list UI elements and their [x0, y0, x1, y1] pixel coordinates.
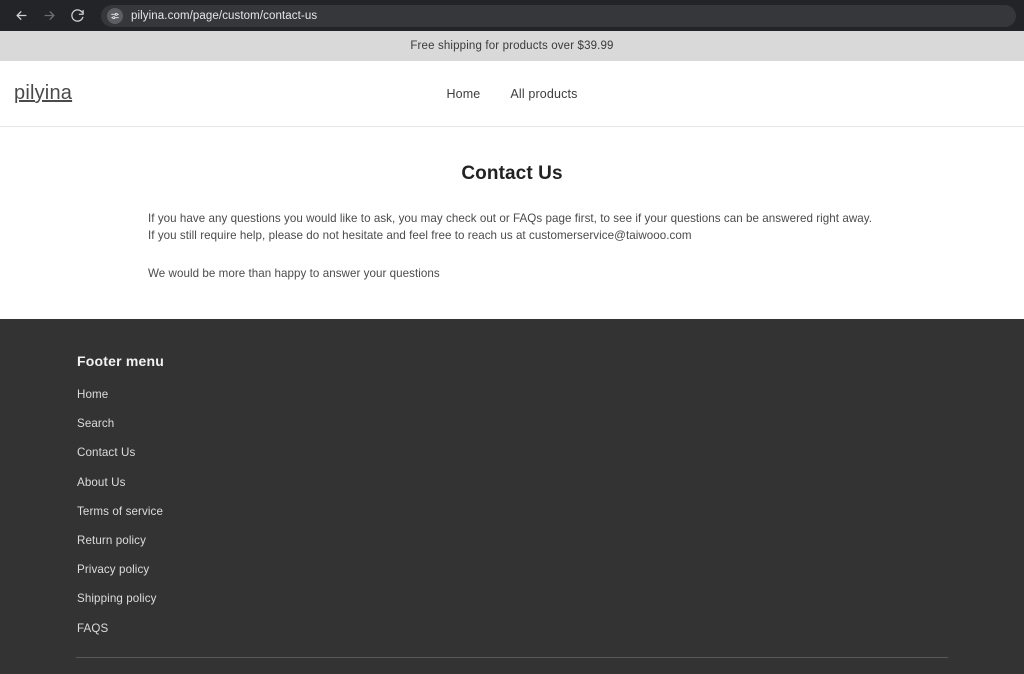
footer-menu-heading: Footer menu — [77, 353, 164, 369]
content-paragraph-1: If you have any questions you would like… — [148, 212, 872, 242]
list-item: Terms of service — [77, 502, 948, 520]
page-main: Contact Us If you have any questions you… — [0, 127, 1024, 319]
footer-links-list: Home Search Contact Us About Us Terms of… — [77, 385, 948, 637]
announcement-text: Free shipping for products over $39.99 — [410, 40, 614, 52]
list-item: Search — [77, 414, 948, 432]
footer-menu-block: Footer menu Home Search Contact Us About… — [76, 353, 948, 637]
page-content: If you have any questions you would like… — [148, 210, 876, 282]
footer-link-contact-us[interactable]: Contact Us — [77, 446, 135, 459]
site-header: pilyina Home All products — [0, 61, 1024, 127]
footer-divider — [76, 656, 948, 658]
back-button[interactable] — [8, 3, 34, 29]
reload-icon — [70, 8, 85, 23]
footer-link-search[interactable]: Search — [77, 417, 114, 430]
browser-toolbar: pilyina.com/page/custom/contact-us — [0, 0, 1024, 31]
footer-link-about-us[interactable]: About Us — [77, 476, 126, 489]
main-navigation: Home All products — [446, 87, 577, 101]
url-text: pilyina.com/page/custom/contact-us — [131, 9, 318, 22]
site-footer: Footer menu Home Search Contact Us About… — [0, 319, 1024, 674]
site-logo[interactable]: pilyina — [14, 82, 72, 105]
list-item: Privacy policy — [77, 560, 948, 578]
arrow-right-icon — [42, 8, 57, 23]
arrow-left-icon — [14, 8, 29, 23]
list-item: Shipping policy — [77, 589, 948, 607]
list-item: Home — [77, 385, 948, 403]
footer-link-return-policy[interactable]: Return policy — [77, 534, 146, 547]
page-title: Contact Us — [461, 163, 563, 184]
reload-button[interactable] — [64, 3, 90, 29]
footer-link-faqs[interactable]: FAQS — [77, 622, 108, 635]
content-paragraph-2: We would be more than happy to answer yo… — [148, 267, 440, 280]
footer-link-terms-of-service[interactable]: Terms of service — [77, 505, 163, 518]
address-bar[interactable]: pilyina.com/page/custom/contact-us — [101, 4, 1016, 27]
tune-sliders-icon[interactable] — [107, 7, 123, 24]
footer-link-shipping-policy[interactable]: Shipping policy — [77, 592, 157, 605]
list-item: Contact Us — [77, 443, 948, 461]
nav-item-all-products[interactable]: All products — [510, 87, 577, 101]
footer-link-privacy-policy[interactable]: Privacy policy — [77, 563, 149, 576]
footer-link-home[interactable]: Home — [77, 388, 108, 401]
list-item: FAQS — [77, 619, 948, 637]
list-item: Return policy — [77, 531, 948, 549]
list-item: About Us — [77, 473, 948, 491]
announcement-bar: Free shipping for products over $39.99 — [0, 31, 1024, 61]
nav-item-home[interactable]: Home — [446, 87, 480, 101]
forward-button[interactable] — [36, 3, 62, 29]
